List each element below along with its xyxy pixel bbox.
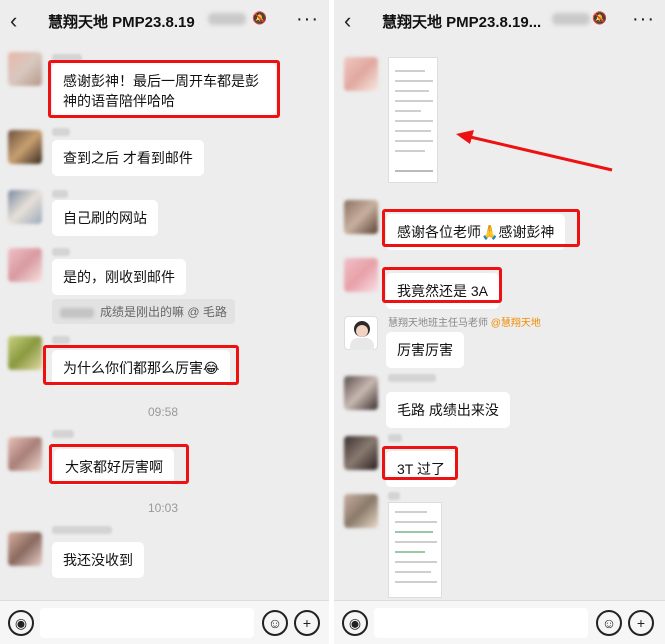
sender-name-blurred — [52, 128, 70, 136]
avatar[interactable] — [344, 376, 378, 410]
message-text: 我竟然还是 3A — [397, 283, 489, 299]
laugh-emoji-icon: 😂 — [203, 360, 220, 376]
chat-header: ‹ 慧翔天地 PMP23.8.19... 🔕 ··· — [334, 0, 665, 40]
mute-bell-icon: 🔕 — [252, 11, 267, 25]
message-text: 神的语音陪伴哈哈 — [63, 93, 175, 109]
sender-name-blurred — [52, 336, 70, 344]
avatar[interactable] — [8, 532, 42, 566]
chat-title: 慧翔天地 PMP23.8.19 — [48, 14, 195, 31]
voice-icon[interactable]: ◉ — [342, 610, 368, 636]
message-text: 感谢彭神！最后一周开车都是彭 — [63, 73, 259, 89]
sender-name-blurred — [52, 190, 68, 198]
input-bar: ◉ ☺ + — [334, 600, 665, 644]
blurred-title-part — [552, 13, 590, 25]
avatar[interactable] — [344, 57, 378, 91]
plus-icon[interactable]: + — [294, 610, 320, 636]
avatar[interactable] — [8, 336, 42, 370]
more-icon[interactable]: ··· — [296, 8, 319, 31]
sender-name-blurred — [388, 434, 402, 442]
timestamp: 09:58 — [148, 405, 179, 419]
sender-name-blurred — [388, 374, 436, 382]
image-message[interactable] — [388, 57, 438, 183]
sender-name-blurred — [388, 492, 400, 500]
message-bubble: 大家都好厉害啊 — [54, 449, 174, 485]
quoted-text: 成绩是刚出的嘛 @ 毛路 — [100, 305, 227, 319]
message-input[interactable] — [40, 608, 254, 638]
message-text: 自己刷的网站 — [63, 210, 147, 226]
plus-icon[interactable]: + — [628, 610, 654, 636]
message-bubble: 3T 过了 — [386, 451, 456, 487]
avatar[interactable] — [344, 494, 378, 528]
message-text: 感谢各位老师 — [397, 224, 481, 240]
message-bubble: 我还没收到 — [52, 542, 144, 578]
mute-bell-icon: 🔕 — [592, 11, 607, 25]
sender-name-blurred — [52, 526, 112, 534]
avatar[interactable] — [344, 258, 378, 292]
avatar[interactable] — [8, 248, 42, 282]
message-text: 厉害厉害 — [397, 342, 453, 358]
message-text: 大家都好厉害啊 — [65, 459, 163, 475]
message-bubble: 感谢各位老师🙏感谢彭神 — [386, 214, 566, 250]
back-icon[interactable]: ‹ — [344, 8, 351, 34]
sender-tag: @慧翔天地 — [490, 318, 541, 329]
clap-emoji-icon: 🙏 — [481, 224, 499, 240]
message-bubble: 查到之后 才看到邮件 — [52, 140, 204, 176]
sender-name-text: 慧翔天地班主任马老师 — [388, 318, 488, 329]
emoji-icon[interactable]: ☺ — [596, 610, 622, 636]
sender-name: 慧翔天地班主任马老师 @慧翔天地 — [388, 314, 541, 329]
sender-name-blurred — [52, 430, 74, 438]
message-bubble: 是的，刚收到邮件 — [52, 259, 186, 295]
chat-header: ‹ 慧翔天地 PMP23.8.19 🔕 ··· — [0, 0, 329, 40]
message-input[interactable] — [374, 608, 588, 638]
emoji-icon[interactable]: ☺ — [262, 610, 288, 636]
chat-title: 慧翔天地 PMP23.8.19... — [382, 14, 542, 31]
input-bar: ◉ ☺ + — [0, 600, 329, 644]
blurred-quote-sender — [60, 307, 94, 318]
avatar[interactable] — [8, 130, 42, 164]
timestamp: 10:03 — [148, 501, 179, 515]
message-text: 3T 过了 — [397, 461, 445, 477]
voice-icon[interactable]: ◉ — [8, 610, 34, 636]
back-icon[interactable]: ‹ — [10, 8, 17, 34]
avatar[interactable] — [344, 316, 378, 350]
message-text: 感谢彭神 — [498, 224, 555, 240]
message-text: 我还没收到 — [63, 552, 133, 568]
message-text: 为什么你们都那么厉害 — [63, 360, 203, 376]
message-bubble: 毛路 成绩出来没 — [386, 392, 510, 428]
message-bubble: 自己刷的网站 — [52, 200, 158, 236]
avatar[interactable] — [8, 437, 42, 471]
avatar[interactable] — [8, 52, 42, 86]
right-chat-panel: ‹ 慧翔天地 PMP23.8.19... 🔕 ··· 感谢各位老师🙏感谢彭神 我… — [334, 0, 665, 644]
message-bubble: 厉害厉害 — [386, 332, 464, 368]
quoted-reply[interactable]: 成绩是刚出的嘛 @ 毛路 — [52, 299, 235, 324]
more-icon[interactable]: ··· — [632, 8, 655, 31]
message-text: 查到之后 才看到邮件 — [63, 150, 193, 166]
blurred-title-part — [208, 13, 246, 25]
avatar[interactable] — [344, 436, 378, 470]
sender-name-blurred — [52, 54, 82, 62]
message-text: 毛路 成绩出来没 — [397, 402, 499, 418]
message-bubble: 感谢彭神！最后一周开车都是彭 神的语音陪伴哈哈 — [52, 63, 276, 115]
sender-name-blurred — [52, 248, 70, 256]
message-text: 是的，刚收到邮件 — [63, 269, 175, 285]
avatar[interactable] — [344, 200, 378, 234]
arrow-annotation — [456, 130, 613, 172]
avatar[interactable] — [8, 190, 42, 224]
message-bubble: 为什么你们都那么厉害😂 — [52, 350, 231, 386]
message-bubble: 我竟然还是 3A — [386, 273, 500, 309]
left-chat-panel: ‹ 慧翔天地 PMP23.8.19 🔕 ··· 感谢彭神！最后一周开车都是彭 神… — [0, 0, 329, 644]
image-message[interactable] — [388, 502, 442, 598]
